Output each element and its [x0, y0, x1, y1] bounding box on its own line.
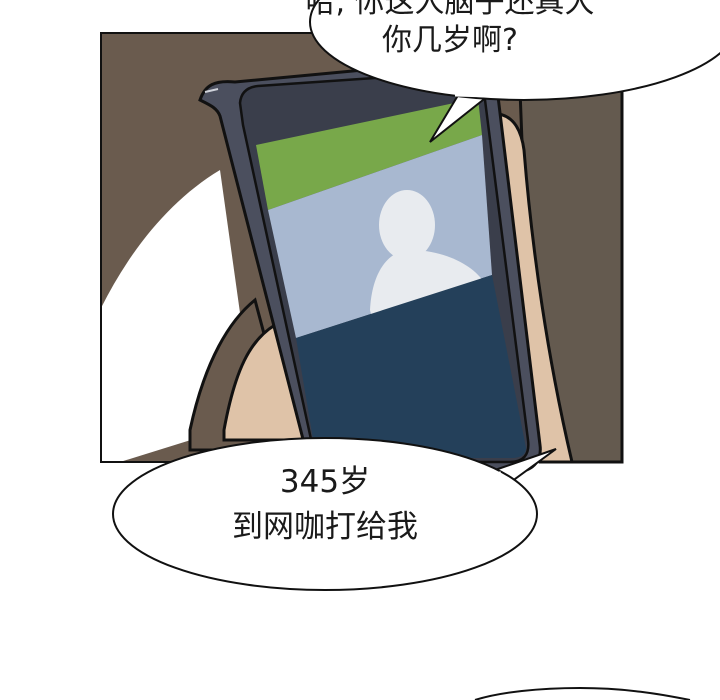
- comic-page: 哈, 你这人脑子还真大 你几岁啊? 345岁 到网咖打给我: [0, 0, 720, 700]
- speech-top-line-2: 你几岁啊?: [382, 22, 518, 58]
- comic-panel-art: [100, 0, 720, 700]
- speech-text-top: 哈, 你这人脑子还真大 你几岁啊?: [300, 0, 600, 59]
- speech-text-bottom: 345岁 到网咖打给我: [170, 460, 480, 550]
- speech-bottom-line-1: 345岁: [279, 464, 371, 500]
- speech-bottom-line-2: 到网咖打给我: [232, 508, 418, 545]
- speech-bubble-partial: [474, 686, 691, 700]
- speech-top-line-1: 哈, 你这人脑子还真大: [305, 0, 595, 20]
